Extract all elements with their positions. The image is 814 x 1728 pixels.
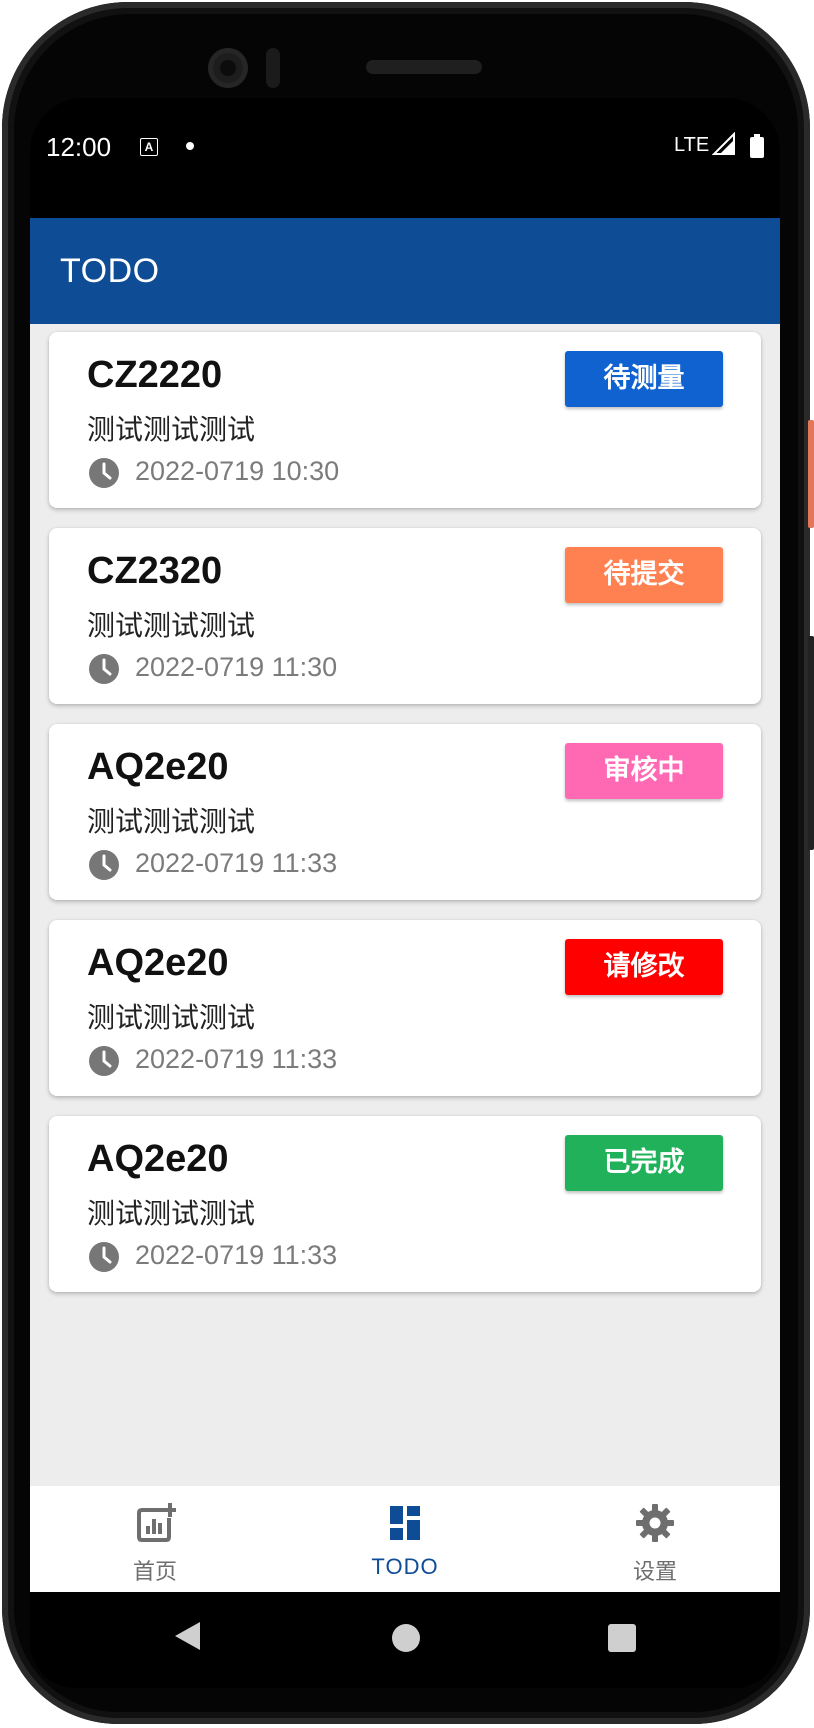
status-bar: 12:00 A LTE — [30, 98, 780, 218]
status-badge: 请修改 — [565, 939, 723, 995]
proximity-sensor — [266, 48, 280, 88]
todo-description: 测试测试测试 — [87, 609, 256, 642]
status-badge: 已完成 — [565, 1135, 723, 1191]
nav-settings-label: 设置 — [632, 1560, 677, 1585]
status-time: 12:00 — [46, 132, 112, 162]
nav-todo-label: TODO — [371, 1554, 439, 1579]
network-type: LTE — [674, 134, 710, 156]
front-camera — [208, 48, 248, 88]
signal-icon — [712, 132, 735, 155]
todo-code: CZ2320 — [87, 550, 223, 592]
clock-icon — [89, 1242, 119, 1272]
todo-time: 2022-0719 11:33 — [135, 1240, 338, 1270]
screen: 12:00 A LTE TODO CZ2220 测试测试测试 2022-0719… — [30, 98, 780, 1688]
chart-add-icon — [137, 1503, 176, 1542]
todo-description: 测试测试测试 — [87, 805, 256, 838]
todo-description: 测试测试测试 — [87, 1197, 256, 1230]
todo-time: 2022-0719 11:30 — [135, 652, 338, 682]
todo-code: CZ2220 — [87, 354, 223, 396]
todo-code: AQ2e20 — [87, 1138, 229, 1180]
nav-home-label: 首页 — [132, 1560, 177, 1585]
system-navigation-bar — [30, 1592, 780, 1688]
todo-description: 测试测试测试 — [87, 1001, 256, 1034]
todo-time: 2022-0719 10:30 — [135, 456, 340, 486]
status-badge: 待提交 — [565, 547, 723, 603]
accessibility-notification-icon: A — [140, 138, 158, 156]
todo-card[interactable]: AQ2e20 测试测试测试 2022-0719 11:33 请修改 — [49, 920, 761, 1096]
nav-home[interactable]: 首页 — [30, 1486, 280, 1592]
status-badge: 待测量 — [565, 351, 723, 407]
home-icon[interactable] — [392, 1624, 420, 1652]
status-badge: 审核中 — [565, 743, 723, 799]
volume-button — [808, 636, 814, 850]
clock-icon — [89, 850, 119, 880]
notification-dot-icon — [186, 142, 194, 150]
todo-time: 2022-0719 11:33 — [135, 848, 338, 878]
todo-card[interactable]: CZ2220 测试测试测试 2022-0719 10:30 待测量 — [49, 332, 761, 508]
back-icon[interactable] — [172, 1620, 202, 1652]
nav-todo[interactable]: TODO — [280, 1486, 530, 1592]
todo-code: AQ2e20 — [87, 746, 229, 788]
dashboard-icon — [390, 1506, 420, 1540]
nav-settings[interactable]: 设置 — [530, 1486, 780, 1592]
clock-icon — [89, 458, 119, 488]
battery-icon — [750, 134, 764, 158]
todo-list: CZ2220 测试测试测试 2022-0719 10:30 待测量 CZ2320… — [30, 324, 780, 1486]
earpiece-speaker — [366, 60, 482, 74]
app-bar: TODO — [30, 218, 780, 324]
bottom-navigation: 首页 TODO 设置 — [30, 1486, 780, 1592]
todo-card[interactable]: CZ2320 测试测试测试 2022-0719 11:30 待提交 — [49, 528, 761, 704]
clock-icon — [89, 1046, 119, 1076]
todo-card[interactable]: AQ2e20 测试测试测试 2022-0719 11:33 已完成 — [49, 1116, 761, 1292]
power-button — [808, 420, 814, 528]
clock-icon — [89, 654, 119, 684]
page-title: TODO — [60, 252, 160, 290]
todo-time: 2022-0719 11:33 — [135, 1044, 338, 1074]
todo-code: AQ2e20 — [87, 942, 229, 984]
todo-card[interactable]: AQ2e20 测试测试测试 2022-0719 11:33 审核中 — [49, 724, 761, 900]
todo-description: 测试测试测试 — [87, 413, 256, 446]
gear-icon — [636, 1504, 674, 1542]
recent-apps-icon[interactable] — [608, 1624, 636, 1652]
